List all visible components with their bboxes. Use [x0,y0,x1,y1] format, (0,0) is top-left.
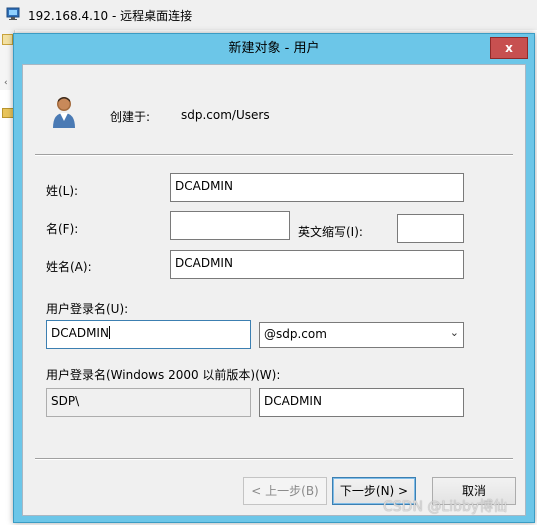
last-name-field[interactable]: DCADMIN [170,173,464,202]
created-in-label: 创建于: [110,110,151,124]
background-folder-icon [2,34,13,45]
bottom-separator [35,458,513,460]
remote-desktop-icon [6,7,20,20]
first-name-label: 名(F): [46,222,79,236]
created-in-value: sdp.com/Users [181,108,270,122]
pre2000-logon-field[interactable]: DCADMIN [259,388,464,417]
logon-name-value: DCADMIN [51,326,109,340]
text-caret [108,326,110,339]
pre2000-logon-label: 用户登录名(Windows 2000 以前版本)(W): [46,368,281,382]
remote-desktop-titlebar: 192.168.4.10 - 远程桌面连接 [0,0,537,31]
logon-name-label: 用户登录名(U): [46,302,129,316]
top-separator [35,154,513,156]
initials-label: 英文缩写(I): [298,225,363,239]
logon-name-field[interactable]: DCADMIN [46,320,251,349]
full-name-label: 姓名(A): [46,260,92,274]
initials-field[interactable] [397,214,464,243]
close-button[interactable]: x [490,37,528,59]
user-icon [53,97,75,128]
remote-desktop-title: 192.168.4.10 - 远程桌面连接 [28,9,193,23]
domain-select[interactable]: @sdp.com ⌄ [259,322,464,348]
pre2000-domain-field: SDP\ [46,388,251,417]
domain-select-value: @sdp.com [264,327,327,341]
watermark: CSDN @Libby博仙 [383,499,508,515]
first-name-field[interactable] [170,211,290,240]
chevron-down-icon: ⌄ [449,326,459,339]
background-arrow-icon: ‹ [4,78,8,88]
dialog-body: 创建于: sdp.com/Users 姓(L): DCADMIN 名(F): 英… [22,64,526,516]
full-name-field[interactable]: DCADMIN [170,250,464,279]
last-name-label: 姓(L): [46,184,79,198]
dialog-title: 新建对象 - 用户 [228,41,320,56]
back-button[interactable]: < 上一步(B) [243,477,327,505]
new-user-dialog: 新建对象 - 用户 x 创建于: sdp.com/Users 姓(L): DCA… [13,33,535,523]
